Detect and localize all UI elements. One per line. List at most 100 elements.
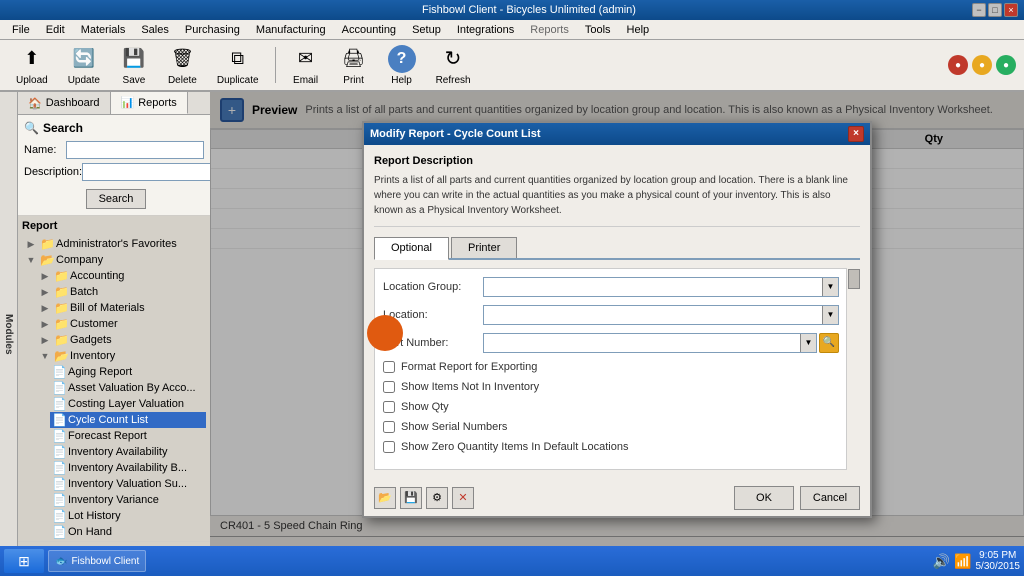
minimize-button[interactable]: − xyxy=(972,3,986,17)
tree-item-forecast[interactable]: 📄 Forecast Report xyxy=(50,428,206,444)
tool-settings-button[interactable]: ⚙ xyxy=(426,487,448,509)
menu-integrations[interactable]: Integrations xyxy=(449,22,522,38)
tree-item-customer[interactable]: ▶ 📁 Customer xyxy=(36,316,206,332)
tool-open-folder-button[interactable]: 📂 xyxy=(374,487,396,509)
upload-button[interactable]: ⬆ Upload xyxy=(8,42,56,89)
menu-tools[interactable]: Tools xyxy=(577,22,619,38)
tree-item-gadgets[interactable]: ▶ 📁 Gadgets xyxy=(36,332,206,348)
report-icon: 📄 xyxy=(52,525,66,539)
tree-item-admin-favorites[interactable]: ▶ 📁 Administrator's Favorites xyxy=(22,236,206,252)
tree-item-lot-hist[interactable]: 📄 Lot History xyxy=(50,508,206,524)
tree-item-inventory[interactable]: ▼ 📂 Inventory xyxy=(36,348,206,364)
tree-item-bom[interactable]: ▶ 📁 Bill of Materials xyxy=(36,300,206,316)
desc-input[interactable] xyxy=(82,163,220,181)
menu-help[interactable]: Help xyxy=(619,22,658,38)
modal-body: Report Description Prints a list of all … xyxy=(364,145,870,480)
tree-label: Inventory Availability xyxy=(68,446,167,458)
format-export-checkbox[interactable] xyxy=(383,361,395,373)
name-input[interactable] xyxy=(66,141,204,159)
email-button[interactable]: ✉ Email xyxy=(284,42,328,89)
checkbox-show-zero-qty: Show Zero Quantity Items In Default Loca… xyxy=(383,441,839,453)
tree-label: Bill of Materials xyxy=(70,302,145,314)
show-serial-checkbox[interactable] xyxy=(383,421,395,433)
location-dropdown-btn[interactable]: ▼ xyxy=(822,306,838,324)
modal-close-button[interactable]: × xyxy=(848,126,864,142)
tree-item-inv-val[interactable]: 📄 Inventory Valuation Su... xyxy=(50,476,206,492)
help-button[interactable]: ? Help xyxy=(380,42,424,89)
location-group-dropdown-btn[interactable]: ▼ xyxy=(822,278,838,296)
show-items-not-inv-checkbox[interactable] xyxy=(383,381,395,393)
modules-tab[interactable]: Modules xyxy=(0,92,18,576)
report-desc-header: Report Description xyxy=(374,155,860,167)
tree-item-inv-avail[interactable]: 📄 Inventory Availability xyxy=(50,444,206,460)
menu-materials[interactable]: Materials xyxy=(73,22,134,38)
menu-edit[interactable]: Edit xyxy=(38,22,73,38)
tree-item-inv-avail-b[interactable]: 📄 Inventory Availability B... xyxy=(50,460,206,476)
search-button[interactable]: Search xyxy=(86,189,146,209)
menu-file[interactable]: File xyxy=(4,22,38,38)
show-qty-checkbox[interactable] xyxy=(383,401,395,413)
location-group-input[interactable]: ▼ xyxy=(483,277,839,297)
ok-button[interactable]: OK xyxy=(734,486,794,510)
reports-icon: 📊 xyxy=(121,96,135,109)
tree-label: Batch xyxy=(70,286,98,298)
menu-manufacturing[interactable]: Manufacturing xyxy=(248,22,334,38)
update-button[interactable]: 🔄 Update xyxy=(60,42,108,89)
update-icon: 🔄 xyxy=(70,45,98,73)
save-button[interactable]: 💾 Save xyxy=(112,42,156,89)
tree-item-company[interactable]: ▼ 📂 Company xyxy=(22,252,206,268)
tree-toggle-gadgets: ▶ xyxy=(38,333,52,347)
show-zero-qty-checkbox[interactable] xyxy=(383,441,395,453)
part-number-input[interactable]: ▼ xyxy=(483,333,817,353)
menu-accounting[interactable]: Accounting xyxy=(334,22,404,38)
tool-save-folder-button[interactable]: 💾 xyxy=(400,487,422,509)
tree-label: Accounting xyxy=(70,270,124,282)
tab-reports-label: Reports xyxy=(138,97,177,109)
tree-item-asset-val[interactable]: 📄 Asset Valuation By Acco... xyxy=(50,380,206,396)
tool-delete-button[interactable]: ✕ xyxy=(452,487,474,509)
taskbar-item-fishbowl[interactable]: 🐟 Fishbowl Client xyxy=(48,550,146,572)
part-number-dropdown-btn[interactable]: ▼ xyxy=(800,334,816,352)
delete-button[interactable]: 🗑 Delete xyxy=(160,42,205,89)
part-number-search-button[interactable]: 🔍 xyxy=(819,333,839,353)
tab-optional[interactable]: Optional xyxy=(374,237,449,260)
cancel-button[interactable]: Cancel xyxy=(800,486,860,510)
maximize-button[interactable]: □ xyxy=(988,3,1002,17)
scroll-thumb[interactable] xyxy=(848,269,860,289)
tree-item-on-hand[interactable]: 📄 On Hand xyxy=(50,524,206,540)
menu-purchasing[interactable]: Purchasing xyxy=(177,22,248,38)
report-tree: Report ▶ 📁 Administrator's Favorites ▼ 📂… xyxy=(18,216,210,541)
volume-icon: 🔊 xyxy=(933,553,950,570)
show-qty-label: Show Qty xyxy=(401,401,449,413)
modal-scrollbar xyxy=(846,268,860,470)
tree-item-aging[interactable]: 📄 Aging Report xyxy=(50,364,206,380)
close-button[interactable]: × xyxy=(1004,3,1018,17)
tree-item-inv-var[interactable]: 📄 Inventory Variance xyxy=(50,492,206,508)
start-button[interactable]: ⊞ xyxy=(4,549,44,573)
status-icon-green: ● xyxy=(996,55,1016,75)
tree-item-cycle-count[interactable]: 📄 Cycle Count List xyxy=(50,412,206,428)
tab-reports[interactable]: 📊 Reports xyxy=(111,92,188,114)
location-group-label: Location Group: xyxy=(383,281,483,293)
tab-printer[interactable]: Printer xyxy=(451,237,517,258)
menu-setup[interactable]: Setup xyxy=(404,22,449,38)
tree-label: Company xyxy=(56,254,103,266)
tree-item-batch[interactable]: ▶ 📁 Batch xyxy=(36,284,206,300)
status-icon-orange: ● xyxy=(972,55,992,75)
title-bar-controls: − □ × xyxy=(972,3,1018,17)
location-input[interactable]: ▼ xyxy=(483,305,839,325)
print-button[interactable]: 🖨 Print xyxy=(332,42,376,89)
duplicate-button[interactable]: ⧉ Duplicate xyxy=(209,42,267,89)
toolbar-right-icons: ● ● ● xyxy=(948,55,1016,75)
part-number-input-group: ▼ 🔍 xyxy=(483,333,839,353)
refresh-icon: ↻ xyxy=(439,45,467,73)
menu-reports[interactable]: Reports xyxy=(522,22,577,38)
desc-label: Description: xyxy=(24,166,82,178)
search-title: 🔍 Search xyxy=(24,121,204,135)
menu-sales[interactable]: Sales xyxy=(133,22,177,38)
tab-dashboard[interactable]: 🏠 Dashboard xyxy=(18,92,111,114)
tree-item-accounting[interactable]: ▶ 📁 Accounting xyxy=(36,268,206,284)
refresh-button[interactable]: ↻ Refresh xyxy=(428,42,479,89)
tree-item-costing[interactable]: 📄 Costing Layer Valuation xyxy=(50,396,206,412)
checkbox-show-serial: Show Serial Numbers xyxy=(383,421,839,433)
